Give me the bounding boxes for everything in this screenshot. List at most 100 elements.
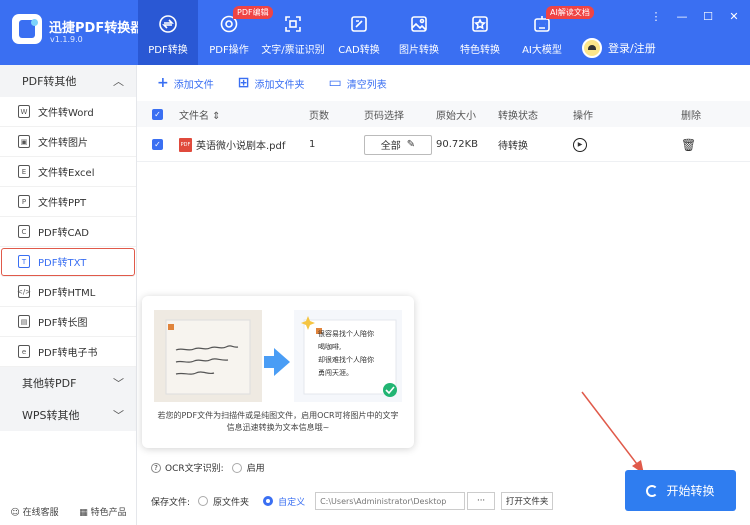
table-header: ✓ 文件名 ⇕ 页数 页码选择 原始大小 转换状态 操作 删除 <box>137 101 750 127</box>
section-label: PDF转其他 <box>22 75 77 88</box>
file-name: 英语微小说剧本.pdf <box>196 141 286 152</box>
tab-cad[interactable]: CAD转换 <box>335 0 383 65</box>
txt-icon: T <box>18 255 30 268</box>
minimize-icon[interactable]: — <box>676 10 688 23</box>
app-version: v1.1.9.0 <box>50 35 83 44</box>
col-pages: 页数 <box>309 110 329 122</box>
ocr-label: OCR文字识别: <box>165 464 224 474</box>
plus-icon: + <box>157 75 169 91</box>
refresh-icon <box>646 484 659 497</box>
maximize-icon[interactable]: ☐ <box>702 10 714 23</box>
sidebar-item-ebook[interactable]: e PDF转电子书 <box>0 337 136 367</box>
ocr-line: 喝咖啡, <box>318 343 342 351</box>
close-icon[interactable]: ✕ <box>728 10 740 23</box>
pdf-file-icon: PDF <box>179 137 192 152</box>
image-icon <box>411 16 427 32</box>
col-action: 操作 <box>573 110 593 122</box>
trash-icon[interactable]: 🗑 <box>681 138 696 152</box>
chevron-down-icon: ﹀ <box>113 377 124 390</box>
login-label: 登录/注册 <box>608 42 656 55</box>
cad-file-icon: C <box>18 225 30 238</box>
service-label: 在线客服 <box>22 507 59 518</box>
section-wps-to-other[interactable]: WPS转其他 ﹀ <box>0 399 136 431</box>
add-file-button[interactable]: + 添加文件 <box>157 76 214 91</box>
play-icon[interactable]: ▶ <box>573 137 587 152</box>
sidebar-item-excel[interactable]: E 文件转Excel <box>0 157 136 187</box>
sidebar-item-label: 文件转Excel <box>38 168 95 179</box>
page-select-button[interactable]: 全部 ✎ <box>364 134 432 155</box>
long-image-icon: ▤ <box>18 315 30 328</box>
edit-icon: ✎ <box>406 139 416 150</box>
tab-ocr[interactable]: 文字/票证识别 <box>260 0 326 65</box>
page-select-label: 全部 <box>380 141 401 152</box>
ocr-enable-radio[interactable]: 启用 <box>231 461 265 474</box>
login-button[interactable]: 登录/注册 <box>582 38 656 58</box>
sidebar-footer: ☺ 在线客服 ▦ 特色产品 <box>0 497 137 525</box>
page-select-cell: 全部 ✎ <box>364 134 436 155</box>
sidebar-item-label: PDF转CAD <box>38 228 90 239</box>
row-checkbox[interactable]: ✓ <box>152 139 163 150</box>
save-path-field[interactable]: C:\Users\Administrator\Desktop <box>315 492 466 510</box>
sidebar-item-word[interactable]: W 文件转Word <box>0 97 136 127</box>
cad-icon <box>351 16 367 32</box>
section-pdf-to-other[interactable]: PDF转其他 ︿ <box>0 65 136 97</box>
file-size: 90.72KB <box>436 139 479 150</box>
sidebar-item-ppt[interactable]: P 文件转PPT <box>0 187 136 217</box>
sidebar-item-label: 文件转Word <box>38 108 94 119</box>
add-folder-button[interactable]: ⊞ 添加文件夹 <box>238 76 305 91</box>
html-icon: </> <box>17 285 31 298</box>
save-original-radio[interactable]: 原文件夹 <box>198 495 249 508</box>
page-count: 1 <box>309 139 316 150</box>
header-label: 文件名 <box>179 110 209 122</box>
ebook-icon: e <box>18 345 30 358</box>
open-folder-button[interactable]: 打开文件夹 <box>501 492 554 510</box>
col-filename[interactable]: 文件名 ⇕ <box>179 107 309 122</box>
file-toolbar: + 添加文件 ⊞ 添加文件夹 ▭ 清空列表 <box>137 65 750 101</box>
start-convert-button[interactable]: 开始转换 <box>625 470 736 511</box>
top-bar: 迅捷PDF转换器 v1.1.9.0 PDF转换 PDF操作 PDF编辑 文字/票… <box>0 0 750 65</box>
start-convert-label: 开始转换 <box>666 484 715 498</box>
save-label: 保存文件: <box>151 497 191 508</box>
tab-image[interactable]: 图片转换 <box>395 0 443 65</box>
sidebar-item-txt[interactable]: T PDF转TXT <box>0 247 136 277</box>
avatar <box>582 38 602 58</box>
col-size: 原始大小 <box>436 110 476 122</box>
ocr-info-card: 很容易找个人陪你 喝咖啡, 却很难找个人陪你 勇闯天涯。 若您的PDF文件为扫描… <box>142 296 414 448</box>
featured-label: 特色产品 <box>90 507 127 518</box>
sidebar-item-image[interactable]: ▣ 文件转图片 <box>0 127 136 157</box>
save-custom-radio[interactable]: 自定义 <box>263 495 305 508</box>
ocr-line: 勇闯天涯。 <box>318 369 353 377</box>
menu-icon[interactable]: ⋮ <box>650 10 662 23</box>
select-all-checkbox[interactable]: ✓ <box>152 108 163 120</box>
sidebar-item-html[interactable]: </> PDF转HTML <box>0 277 136 307</box>
tab-label: PDF操作 <box>209 45 249 56</box>
ocr-line: 却很难找个人陪你 <box>318 356 374 364</box>
add-file-label: 添加文件 <box>173 79 214 91</box>
tab-label: AI大模型 <box>522 45 562 56</box>
ocr-result-text: 很容易找个人陪你 喝咖啡, 却很难找个人陪你 勇闯天涯。 <box>318 328 374 380</box>
sidebar-item-long-image[interactable]: ▤ PDF转长图 <box>0 307 136 337</box>
app-logo <box>12 14 42 44</box>
tab-label: 文字/票证识别 <box>261 45 325 56</box>
tab-ai-model[interactable]: AI大模型 AI解读文档 <box>518 0 594 65</box>
col-delete: 删除 <box>681 110 701 122</box>
radio-indicator <box>231 462 242 473</box>
tab-pdf-convert[interactable]: PDF转换 <box>138 0 198 65</box>
featured-products-link[interactable]: ▦ 特色产品 <box>79 505 126 518</box>
tab-label: 特色转换 <box>460 45 500 56</box>
ocr-line: 很容易找个人陪你 <box>318 330 374 338</box>
convert-icon <box>159 15 177 33</box>
clear-list-button[interactable]: ▭ 清空列表 <box>328 76 386 91</box>
section-other-to-pdf[interactable]: 其他转PDF ﹀ <box>0 367 136 399</box>
folder-plus-icon: ⊞ <box>237 75 250 91</box>
file-name-cell: PDF 英语微小说剧本.pdf <box>179 137 309 152</box>
annotation-arrow <box>581 391 644 474</box>
tab-pdf-operations[interactable]: PDF操作 PDF编辑 <box>203 0 273 65</box>
online-service-link[interactable]: ☺ 在线客服 <box>10 505 58 518</box>
help-icon[interactable]: ? <box>151 462 161 473</box>
sidebar-item-cad[interactable]: C PDF转CAD <box>0 217 136 247</box>
browse-button[interactable]: ··· <box>467 492 496 510</box>
sidebar: PDF转其他 ︿ W 文件转Word ▣ 文件转图片 E 文件转Excel P 文件转P… <box>0 65 137 525</box>
clear-icon: ▭ <box>328 75 342 91</box>
tab-special[interactable]: 特色转换 <box>456 0 504 65</box>
